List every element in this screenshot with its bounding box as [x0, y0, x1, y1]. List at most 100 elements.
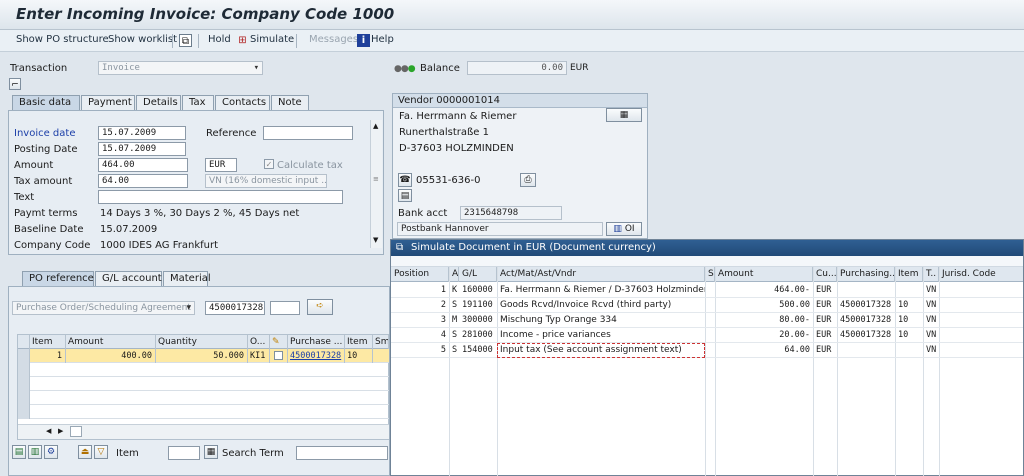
open-items-button[interactable]: ▥ OI	[606, 222, 642, 236]
po-number-field[interactable]: 4500017328	[205, 301, 265, 315]
po-grid-hscrollbar[interactable]: ◀ ▶	[18, 424, 389, 439]
table-row[interactable]	[18, 405, 389, 419]
balance-field: 0.00	[467, 61, 567, 75]
help-button[interactable]: Help	[371, 34, 394, 45]
simulate-icon: ⊞	[238, 35, 247, 46]
document-icon[interactable]: ⧉	[179, 34, 192, 47]
calculate-tax-checkbox[interactable]: ✓	[264, 159, 274, 169]
show-worklist-button[interactable]: Show worklist	[108, 34, 177, 45]
col-act-mat-ast-vndr: Act/Mat/Ast/Vndr	[497, 267, 705, 282]
table-row[interactable]	[18, 391, 389, 405]
scroll-up-icon[interactable]: ▲	[373, 122, 378, 130]
scroll-right-icon[interactable]: ▶	[58, 427, 63, 435]
dialog-icon: ⧉	[396, 242, 404, 253]
transaction-value: Invoice	[102, 63, 140, 73]
transaction-select[interactable]: Invoice ▾	[98, 61, 263, 75]
print-icon[interactable]: ▤	[398, 189, 412, 202]
cell-currency: EUR	[816, 345, 832, 355]
col-order-unit: O...	[248, 335, 270, 349]
simulate-button[interactable]: Simulate	[250, 34, 294, 45]
application-toolbar: Show PO structure Show worklist ⧉ Hold ⊞…	[0, 30, 1024, 52]
search-term-field[interactable]	[296, 446, 388, 460]
row-selector[interactable]	[18, 377, 30, 391]
invoice-date-label: Invoice date	[14, 128, 76, 139]
tax-code-select[interactable]: VN (16% domestic input ...	[205, 174, 327, 188]
text-field[interactable]	[98, 190, 343, 204]
scroll-left-icon[interactable]: ◀	[46, 427, 51, 435]
tab-contacts[interactable]: Contacts	[215, 95, 270, 110]
table-row[interactable]: 5 S 154000 Input tax (See account assign…	[391, 343, 1023, 358]
vendor-detail-icon[interactable]: ▦	[606, 108, 642, 122]
vendor-street: Runerthalstraße 1	[399, 127, 489, 138]
vendor-city: D-37603 HOLZMINDEN	[399, 143, 514, 154]
paymt-terms-value: 14 Days 3 %, 30 Days 2 %, 45 Days net	[100, 208, 300, 219]
cell-currency: EUR	[816, 330, 832, 340]
po-type-select[interactable]: Purchase Order/Scheduling Agreement ▾	[12, 301, 195, 315]
search-icon[interactable]: ▦	[204, 445, 218, 459]
cell-tax: VN	[926, 330, 937, 340]
reference-field[interactable]	[263, 126, 353, 140]
row-selector[interactable]	[18, 391, 30, 405]
select-all-icon[interactable]: ▤	[12, 445, 26, 459]
cell-po-link[interactable]: 4500017328	[288, 349, 345, 363]
cell-a: S	[452, 330, 458, 340]
cell-currency: EUR	[816, 285, 832, 295]
cell-text[interactable]: Input tax (See account assignment text)	[497, 343, 705, 358]
table-row[interactable]	[18, 377, 389, 391]
posting-date-field[interactable]: 15.07.2009	[98, 142, 186, 156]
sort-icon[interactable]: ⏏	[78, 445, 92, 459]
table-row[interactable]: 2 S 191100 Goods Rcvd/Invoice Rcvd (thir…	[391, 298, 1023, 313]
cell-purchasing: 4500017328	[840, 300, 892, 310]
tab-payment[interactable]: Payment	[81, 95, 135, 110]
hold-button[interactable]: Hold	[208, 34, 231, 45]
row-selector[interactable]	[18, 349, 30, 363]
col-tax: T..	[923, 267, 939, 282]
cell-amount[interactable]: 400.00	[66, 349, 156, 363]
cell-quantity[interactable]: 50.000	[156, 349, 248, 363]
cell-text: Fa. Herrmann & Riemer / D-37603 Holzmind…	[500, 285, 705, 295]
tab-basic-data[interactable]: Basic data	[12, 95, 80, 110]
amount-currency-field[interactable]: EUR	[205, 158, 237, 172]
cell-unit: KI1	[248, 349, 270, 363]
scroll-thumb[interactable]	[70, 426, 82, 437]
messages-button[interactable]: Messages	[309, 34, 358, 45]
item-label: Item	[116, 448, 139, 459]
table-row[interactable]: 4 S 281000 Income - price variances 20.0…	[391, 328, 1023, 343]
tab-po-reference[interactable]: PO reference	[22, 271, 94, 286]
key-icon[interactable]: ⌐	[9, 78, 21, 90]
table-row[interactable]: 1 400.00 50.000 KI1 4500017328 10	[18, 349, 389, 363]
phone-icon[interactable]: ☎	[398, 173, 412, 187]
fax-icon[interactable]: ⎙	[520, 173, 536, 187]
scroll-down-icon[interactable]: ▼	[373, 236, 378, 244]
deselect-all-icon[interactable]: ▥	[28, 445, 42, 459]
table-row[interactable]: 3 M 300000 Mischung Typ Orange 334 80.00…	[391, 313, 1023, 328]
settings-icon[interactable]: ⚙	[44, 445, 58, 459]
tab-material[interactable]: Material	[163, 271, 211, 286]
row-checkbox[interactable]	[274, 351, 283, 360]
item-field[interactable]	[168, 446, 200, 460]
row-selector[interactable]	[18, 363, 30, 377]
table-row[interactable]	[18, 363, 389, 377]
table-row[interactable]: 1 K 160000 Fa. Herrmann & Riemer / D-376…	[391, 283, 1023, 298]
show-po-structure-button[interactable]: Show PO structure	[16, 34, 109, 45]
col-amount: Amount	[66, 335, 156, 349]
amount-field[interactable]: 464.00	[98, 158, 188, 172]
transaction-label: Transaction	[10, 63, 68, 74]
cell-tax: VN	[926, 315, 937, 325]
filter-icon[interactable]: ▽	[94, 445, 108, 459]
col-item: Item	[30, 335, 66, 349]
tab-gl-account[interactable]: G/L account	[95, 271, 162, 286]
tax-amount-field[interactable]: 64.00	[98, 174, 188, 188]
invoice-date-field[interactable]: 15.07.2009	[98, 126, 186, 140]
cell-a: S	[452, 345, 458, 355]
scroll-thumb-icon[interactable]: ≡	[373, 175, 379, 183]
panel-scrollbar[interactable]: ▲ ≡ ▼	[370, 120, 382, 248]
col-a: A	[449, 267, 459, 282]
tab-note[interactable]: Note	[271, 95, 309, 110]
row-selector[interactable]	[18, 405, 30, 419]
tab-details[interactable]: Details	[136, 95, 181, 110]
tax-code-value: VN (16% domestic input ...	[209, 176, 327, 186]
arrow-right-icon[interactable]: ➪	[307, 299, 333, 315]
po-item-field[interactable]	[270, 301, 300, 315]
tab-tax[interactable]: Tax	[182, 95, 214, 110]
